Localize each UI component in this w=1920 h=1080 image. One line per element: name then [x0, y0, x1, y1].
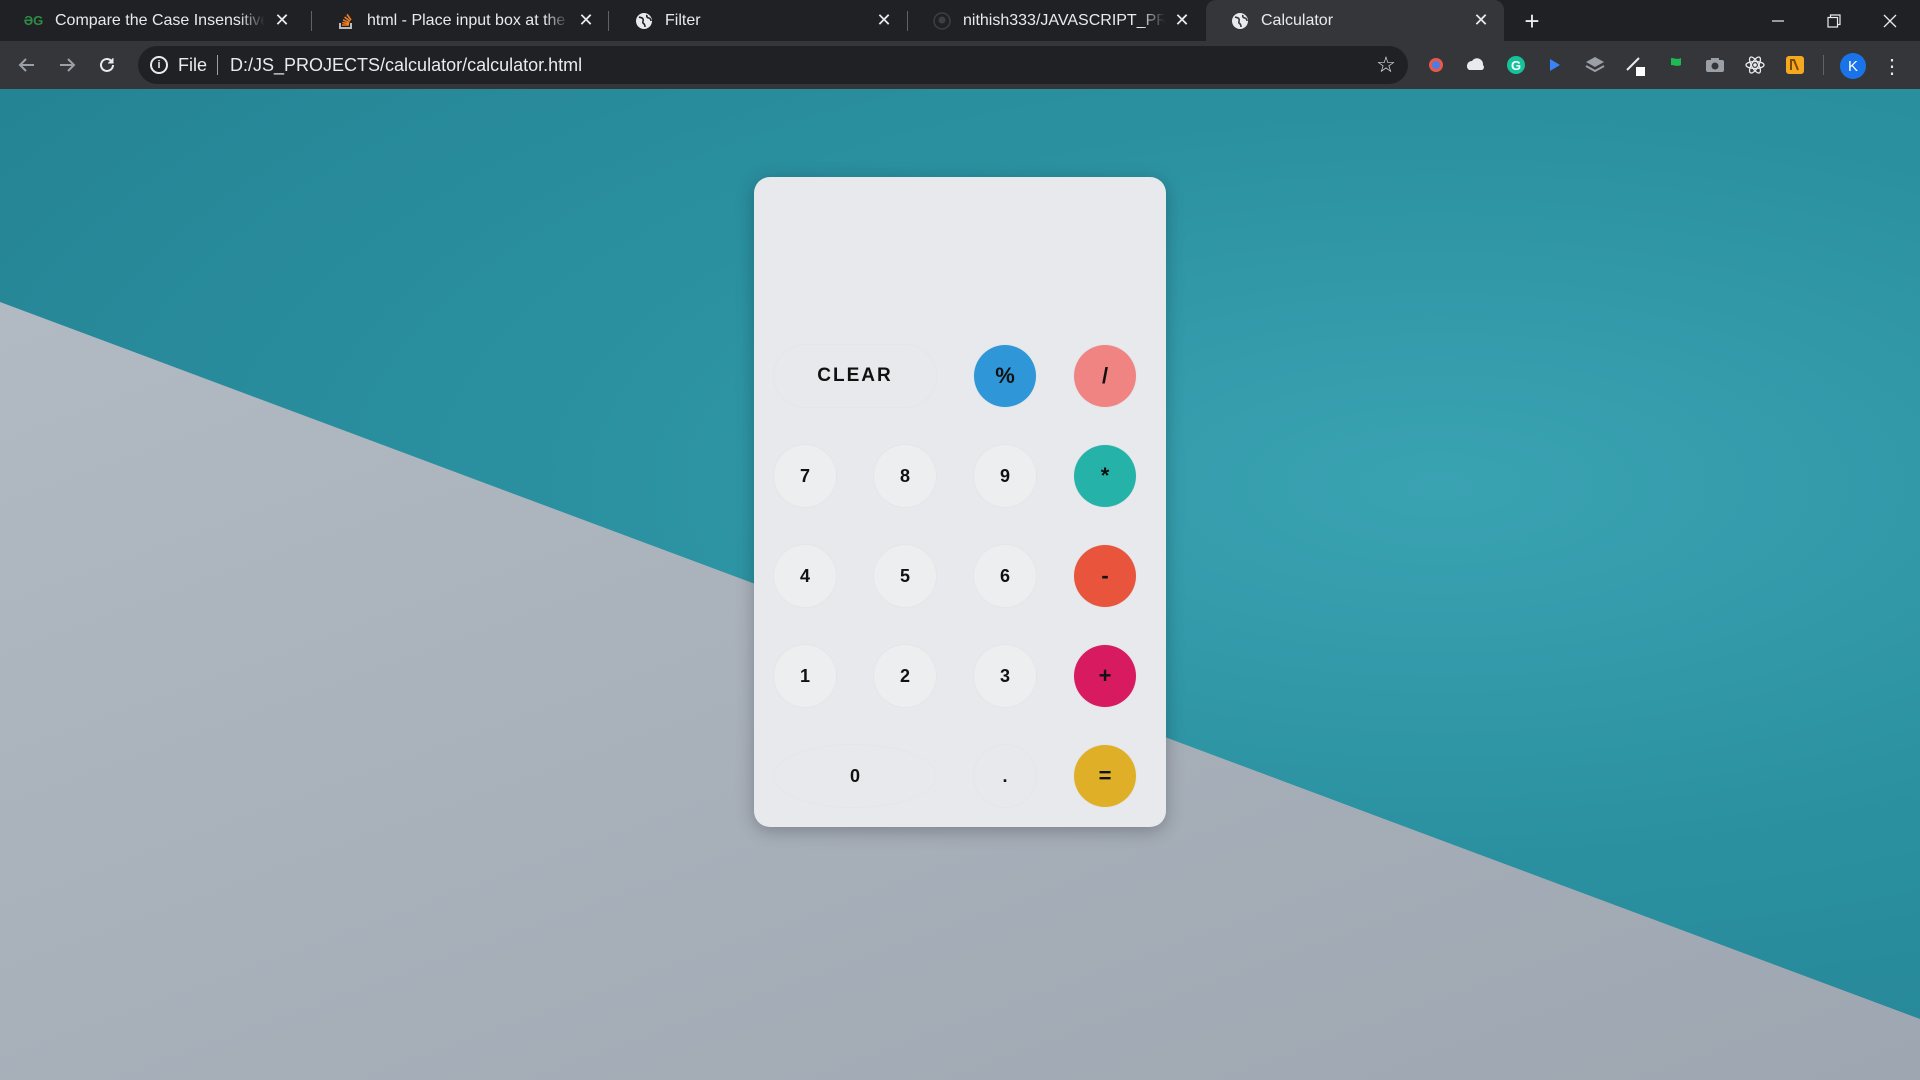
- bookmark-star-icon[interactable]: ☆: [1371, 50, 1401, 80]
- browser-toolbar: i File D:/JS_PROJECTS/calculator/calcula…: [0, 41, 1920, 89]
- digit-6-button[interactable]: 6: [974, 545, 1036, 607]
- address-divider: [217, 55, 219, 75]
- tab-strip: ƏG Compare the Case Insensitive strings …: [0, 0, 1920, 41]
- percent-button[interactable]: %: [974, 345, 1036, 407]
- more-menu-icon[interactable]: ⋮: [1878, 53, 1906, 79]
- toolbar-divider: [1823, 55, 1824, 75]
- close-icon[interactable]: ✕: [575, 10, 597, 32]
- tab-stackoverflow[interactable]: html - Place input box at the center ✕: [312, 0, 609, 41]
- page-viewport: CLEAR % / 7 8 9 * 4 5 6 - 1 2 3 + 0 . =: [0, 89, 1920, 1080]
- tab-github[interactable]: nithish333/JAVASCRIPT_PROJECTS ✕: [908, 0, 1205, 41]
- tab-title: html - Place input box at the center: [367, 11, 569, 29]
- close-icon[interactable]: ✕: [873, 10, 895, 32]
- globe-icon: [1230, 11, 1249, 30]
- digit-5-button[interactable]: 5: [874, 545, 936, 607]
- address-bar[interactable]: i File D:/JS_PROJECTS/calculator/calcula…: [138, 46, 1408, 84]
- scheme-label: File: [178, 54, 208, 75]
- extension-10-icon[interactable]: [1783, 53, 1807, 77]
- reload-button[interactable]: [91, 49, 123, 81]
- restore-button[interactable]: [1806, 0, 1862, 41]
- add-button[interactable]: +: [1074, 645, 1136, 707]
- globe-icon: [634, 11, 653, 30]
- tab-geeksforgeeks[interactable]: ƏG Compare the Case Insensitive strings …: [0, 0, 305, 41]
- divide-button[interactable]: /: [1074, 345, 1136, 407]
- tab-title: Calculator: [1261, 11, 1334, 29]
- digit-4-button[interactable]: 4: [774, 545, 836, 607]
- calculator: CLEAR % / 7 8 9 * 4 5 6 - 1 2 3 + 0 . =: [754, 177, 1166, 827]
- digit-8-button[interactable]: 8: [874, 445, 936, 507]
- equals-button[interactable]: =: [1074, 745, 1136, 807]
- close-window-button[interactable]: [1862, 0, 1918, 41]
- close-icon[interactable]: ✕: [1470, 10, 1492, 32]
- digit-1-button[interactable]: 1: [774, 645, 836, 707]
- extension-1-icon[interactable]: [1424, 53, 1448, 77]
- github-icon: [932, 11, 951, 30]
- close-icon[interactable]: ✕: [1171, 10, 1193, 32]
- back-button[interactable]: [11, 49, 43, 81]
- info-icon[interactable]: i: [150, 56, 168, 74]
- tab-title: Compare the Case Insensitive strings: [55, 11, 265, 29]
- react-devtools-icon[interactable]: [1743, 53, 1767, 77]
- minimize-button[interactable]: [1750, 0, 1806, 41]
- extension-7-icon[interactable]: [1663, 53, 1687, 77]
- camera-icon[interactable]: [1703, 53, 1727, 77]
- digit-3-button[interactable]: 3: [974, 645, 1036, 707]
- extension-5-icon[interactable]: [1583, 53, 1607, 77]
- stackoverflow-icon: [336, 11, 355, 30]
- close-icon[interactable]: ✕: [271, 10, 293, 32]
- clear-button[interactable]: CLEAR: [774, 345, 936, 407]
- digit-7-button[interactable]: 7: [774, 445, 836, 507]
- decimal-button[interactable]: .: [974, 745, 1036, 807]
- gfg-icon: ƏG: [23, 13, 44, 28]
- svg-text:G: G: [1511, 58, 1521, 73]
- digit-2-button[interactable]: 2: [874, 645, 936, 707]
- subtract-button[interactable]: -: [1074, 545, 1136, 607]
- tab-calculator[interactable]: Calculator ✕: [1206, 0, 1504, 41]
- tab-title: Filter: [665, 11, 701, 29]
- extension-2-icon[interactable]: [1464, 53, 1488, 77]
- grammarly-icon[interactable]: G: [1504, 53, 1528, 77]
- tab-filter[interactable]: Filter ✕: [610, 0, 907, 41]
- tab-title: nithish333/JAVASCRIPT_PROJECTS: [963, 11, 1165, 29]
- url-text[interactable]: D:/JS_PROJECTS/calculator/calculator.htm…: [230, 55, 582, 76]
- multiply-button[interactable]: *: [1074, 445, 1136, 507]
- new-tab-button[interactable]: +: [1517, 6, 1547, 36]
- digit-9-button[interactable]: 9: [974, 445, 1036, 507]
- extension-6-icon[interactable]: [1623, 53, 1647, 77]
- profile-avatar[interactable]: K: [1840, 53, 1866, 79]
- calculator-display: [774, 197, 1146, 327]
- tab-divider: [608, 11, 609, 31]
- extension-4-icon[interactable]: [1543, 53, 1567, 77]
- digit-0-button[interactable]: 0: [774, 745, 936, 807]
- forward-button[interactable]: [51, 49, 83, 81]
